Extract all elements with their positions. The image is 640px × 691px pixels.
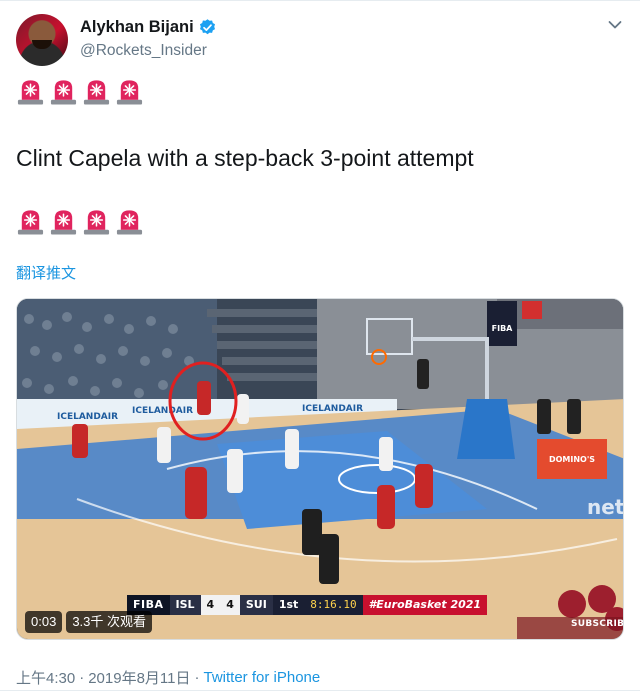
user-handle[interactable]: @Rockets_Insider	[80, 42, 207, 60]
meta-separator: ·	[79, 669, 85, 686]
rotating-light-emoji	[83, 80, 110, 105]
translate-tweet-link[interactable]: 翻译推文	[16, 262, 76, 283]
video-info-badges: 0:03 3.3千 次观看	[25, 611, 152, 633]
scoreboard-clock: 8:16.10	[304, 595, 363, 615]
scoreboard-period: 1st	[272, 595, 305, 615]
user-avatar[interactable]	[16, 14, 68, 66]
rotating-light-emoji	[50, 210, 77, 235]
top-divider	[0, 0, 640, 1]
rotating-light-emoji	[17, 210, 44, 235]
svg-text:ICELANDAIR: ICELANDAIR	[57, 412, 118, 422]
scoreboard-home-score: 4	[200, 595, 221, 615]
tweet-text: Clint Capela with a step-back 3-point at…	[16, 145, 474, 171]
video-frame: FIBA ICELANDAIR ICELANDAIR ICELANDAIR DO…	[17, 299, 624, 639]
rotating-light-emoji	[17, 80, 44, 105]
scoreboard-away-score: 4	[220, 595, 240, 615]
display-name[interactable]: Alykhan Bijani	[80, 18, 194, 37]
tweet-date[interactable]: 2019年8月11日	[88, 667, 190, 688]
subscribe-watermark: SUBSCRIBE	[571, 619, 624, 629]
meta-separator: ·	[194, 669, 200, 686]
video-view-count: 3.3千 次观看	[66, 611, 152, 633]
svg-text:FIBA: FIBA	[492, 324, 514, 333]
scoreboard-event: #EuroBasket 2021	[362, 595, 488, 615]
tweet-time[interactable]: 上午4:30	[16, 667, 75, 688]
rotating-light-emoji	[116, 80, 143, 105]
svg-text:DOMINO'S: DOMINO'S	[549, 455, 595, 464]
rotating-light-emoji	[50, 80, 77, 105]
svg-text:net: net	[587, 495, 624, 519]
chevron-down-icon[interactable]	[608, 20, 622, 30]
video-player[interactable]: FIBA ICELANDAIR ICELANDAIR ICELANDAIR DO…	[16, 298, 624, 640]
tweet-meta: 上午4:30 · 2019年8月11日 · Twitter for iPhone	[16, 667, 320, 688]
author-name-row[interactable]: Alykhan Bijani	[80, 18, 217, 37]
emoji-row-bottom	[16, 206, 144, 236]
rotating-light-emoji	[116, 210, 143, 235]
video-duration: 0:03	[25, 611, 63, 633]
rotating-light-emoji	[83, 210, 110, 235]
tweet-source-link[interactable]: Twitter for iPhone	[204, 669, 321, 686]
emoji-row-top	[16, 76, 144, 106]
verified-badge-icon	[199, 19, 215, 35]
scoreboard-away-team: SUI	[239, 595, 273, 615]
game-scoreboard: FIBA ISL 4 4 SUI 1st 8:16.10 #EuroBasket…	[127, 595, 488, 615]
scoreboard-home-team: ISL	[169, 595, 201, 615]
svg-text:ICELANDAIR: ICELANDAIR	[132, 406, 193, 416]
